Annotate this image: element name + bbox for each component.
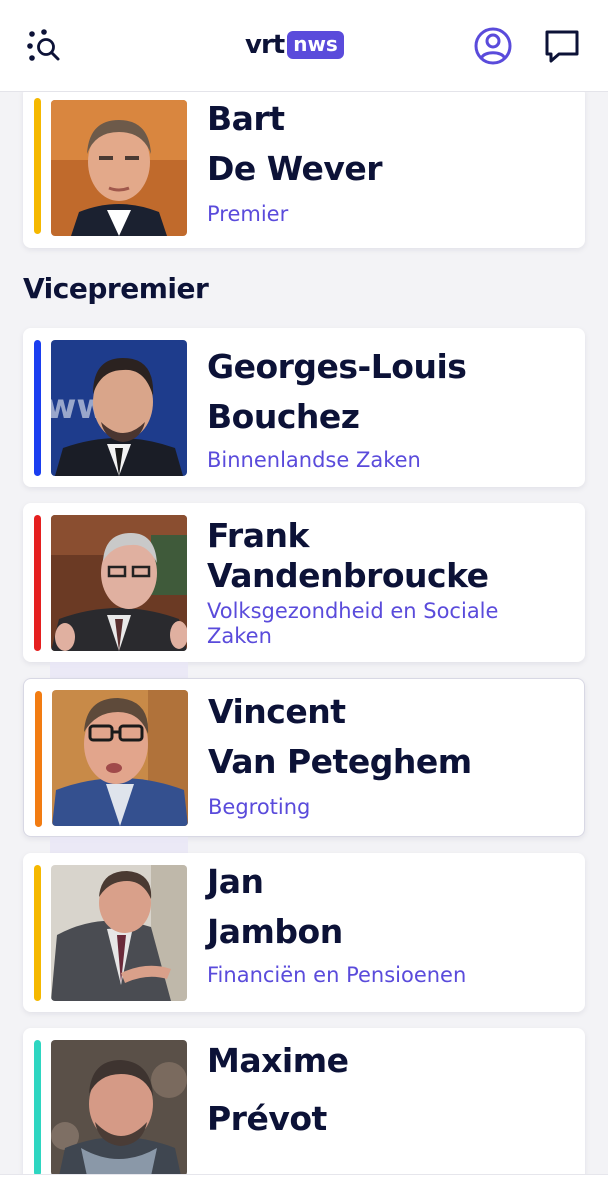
minister-photo bbox=[51, 865, 187, 1001]
minister-last-name: De Wever bbox=[207, 149, 383, 188]
party-color-bar bbox=[34, 515, 41, 651]
minister-role: Premier bbox=[207, 202, 289, 226]
minister-role-line2: Zaken bbox=[207, 624, 272, 648]
speech-bubble-icon bbox=[545, 30, 579, 63]
card-drag-shadow bbox=[50, 662, 188, 678]
minister-card-vandenbroucke[interactable]: Frank Vandenbroucke Volksgezondheid en S… bbox=[23, 503, 585, 662]
minister-card-de-wever[interactable]: Bart De Wever Premier bbox=[23, 92, 585, 248]
minister-photo bbox=[52, 690, 188, 826]
minister-first-name: Jan bbox=[207, 862, 264, 901]
minister-card-jambon[interactable]: Jan Jambon Financiën en Pensioenen bbox=[23, 853, 585, 1012]
minister-photo bbox=[51, 1040, 187, 1176]
logo-vrt-text: vrt bbox=[245, 30, 285, 60]
user-circle-icon bbox=[474, 27, 512, 65]
minister-role: Financiën en Pensioenen bbox=[207, 963, 467, 987]
minister-last-name: Vandenbroucke bbox=[207, 556, 489, 595]
minister-photo: www. bbox=[51, 340, 187, 476]
minister-first-name: Maxime bbox=[207, 1041, 349, 1080]
section-title-vicepremier: Vicepremier bbox=[23, 272, 209, 305]
minister-last-name: Van Peteghem bbox=[208, 742, 472, 781]
top-header: vrt nws bbox=[0, 0, 608, 92]
bottom-navigation-bar bbox=[0, 1174, 608, 1200]
minister-role-line1: Volksgezondheid en Sociale bbox=[207, 599, 499, 623]
minister-card-van-peteghem[interactable]: Vincent Van Peteghem Begroting bbox=[23, 678, 585, 837]
account-button[interactable] bbox=[469, 22, 517, 70]
minister-card-bouchez[interactable]: www. Georges-Louis Bouchez Binnenlandse … bbox=[23, 328, 585, 487]
search-dots-icon bbox=[27, 29, 60, 61]
comments-button[interactable] bbox=[538, 22, 586, 70]
minister-first-name: Georges-Louis bbox=[207, 347, 467, 386]
party-color-bar bbox=[35, 691, 42, 827]
minister-role: Begroting bbox=[208, 795, 311, 819]
logo-nws-badge: nws bbox=[287, 31, 344, 59]
minister-first-name: Vincent bbox=[208, 692, 346, 731]
minister-last-name: Bouchez bbox=[207, 397, 360, 436]
minister-photo bbox=[51, 100, 187, 236]
minister-list: Bart De Wever Premier Vicepremier www. G… bbox=[0, 92, 608, 1200]
party-color-bar bbox=[34, 865, 41, 1001]
minister-role: Binnenlandse Zaken bbox=[207, 448, 421, 472]
card-drag-shadow bbox=[50, 837, 188, 853]
minister-card-prevot[interactable]: Maxime Prévot bbox=[23, 1028, 585, 1187]
vrt-nws-logo[interactable]: vrt nws bbox=[245, 28, 344, 62]
party-color-bar bbox=[34, 340, 41, 476]
minister-last-name: Prévot bbox=[207, 1099, 327, 1138]
minister-photo bbox=[51, 515, 187, 651]
party-color-bar bbox=[34, 98, 41, 234]
party-color-bar bbox=[34, 1040, 41, 1176]
minister-last-name: Jambon bbox=[207, 912, 343, 951]
search-button[interactable] bbox=[20, 22, 68, 70]
minister-first-name: Bart bbox=[207, 99, 285, 138]
